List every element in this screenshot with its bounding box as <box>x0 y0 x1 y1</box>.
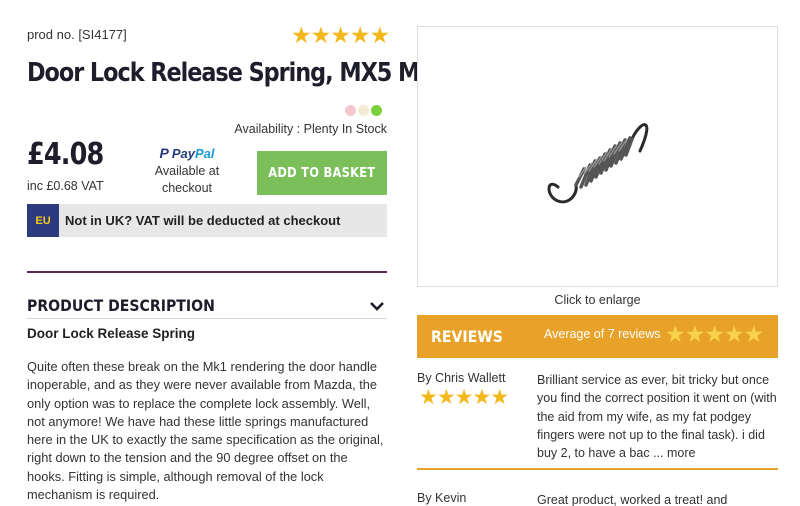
review-body: Brilliant service as ever, bit tricky bu… <box>537 373 777 461</box>
description-body: Quite often these break on the Mk1 rende… <box>27 359 384 503</box>
reviews-header: REVIEWS Average of 7 reviews ★★★★★ <box>417 315 778 358</box>
eu-vat-text: Not in UK? VAT will be deducted at check… <box>65 213 341 228</box>
stock-dot-low <box>345 105 356 116</box>
paypal-logo: P Pay Pal <box>142 144 232 163</box>
price: £4.08 <box>27 137 104 172</box>
product-image[interactable] <box>417 26 778 287</box>
stock-indicator <box>345 105 382 116</box>
paypal-info: P Pay Pal Available at checkout <box>142 144 232 197</box>
eu-vat-notice: EU Not in UK? VAT will be deducted at ch… <box>27 204 387 237</box>
review-text: Brilliant service as ever, bit tricky bu… <box>537 371 778 462</box>
paypal-text: Available at checkout <box>154 163 220 195</box>
vat-text: inc £0.68 VAT <box>27 179 104 193</box>
product-description-heading: PRODUCT DESCRIPTION <box>27 296 215 315</box>
add-to-basket-label: ADD TO BASKET <box>268 165 376 181</box>
review-stars: ★★★★★ <box>419 386 509 409</box>
spring-image <box>547 123 649 204</box>
average-stars: ★★★★★ <box>665 321 764 347</box>
description-subheading: Door Lock Release Spring <box>27 326 196 341</box>
stock-dot-medium <box>358 105 369 116</box>
review-more-link[interactable]: more <box>667 446 695 460</box>
reviewer-name: By Chris Wallett <box>417 371 506 385</box>
review-text: Great product, worked a treat! and <box>537 493 728 506</box>
eu-flag-icon: EU <box>27 204 59 237</box>
description-divider <box>27 318 387 319</box>
reviewer-name: By Kevin <box>417 491 467 505</box>
click-to-enlarge[interactable]: Click to enlarge <box>417 293 778 307</box>
eu-flag-label: EU <box>35 214 51 227</box>
product-description-toggle[interactable]: PRODUCT DESCRIPTION <box>27 296 387 315</box>
stock-dot-high <box>371 105 382 116</box>
rating-stars[interactable]: ★★★★★ <box>291 22 390 49</box>
product-title: Door Lock Release Spring, MX5 Mk1 <box>27 58 449 88</box>
section-divider <box>27 271 387 273</box>
paypal-logo-pay: Pay <box>171 145 195 161</box>
add-to-basket-button[interactable]: ADD TO BASKET <box>257 151 387 195</box>
review-divider <box>417 468 778 470</box>
reviews-average: Average of 7 reviews <box>544 327 661 341</box>
paypal-icon: P <box>159 145 169 161</box>
reviews-heading: REVIEWS <box>431 327 503 346</box>
chevron-down-icon[interactable] <box>369 301 385 311</box>
product-number: prod no. [SI4177] <box>27 27 127 42</box>
paypal-logo-pal: Pal <box>194 145 215 161</box>
availability-text: Availability : Plenty In Stock <box>234 122 387 136</box>
